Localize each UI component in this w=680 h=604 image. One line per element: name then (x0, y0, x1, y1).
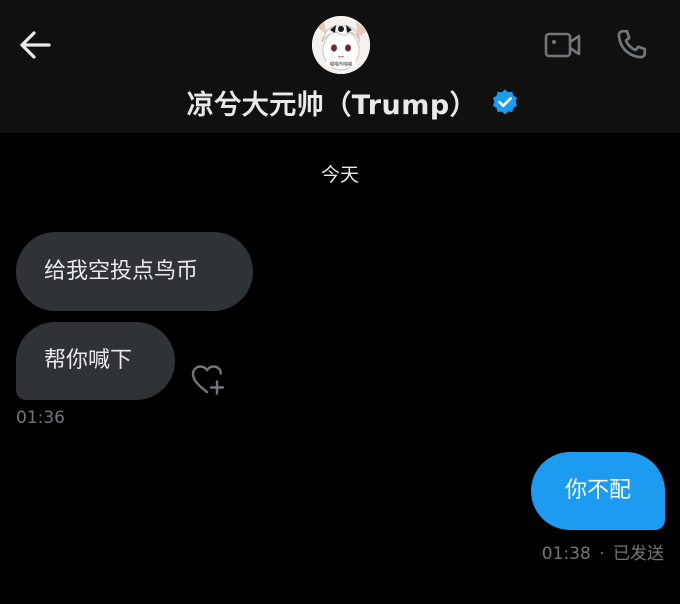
conversation-header: 喵喵呜喵喵 凉兮大元帅（Trump） (0, 0, 680, 133)
outgoing-message-status: 01:38 · 已发送 (542, 539, 664, 564)
message-text: 帮你喊下 (44, 348, 133, 373)
phone-icon (617, 29, 647, 59)
date-divider: 今天 (320, 164, 359, 186)
verified-badge-icon (491, 88, 519, 116)
add-reaction-button[interactable] (190, 363, 228, 397)
contact-name-row: 凉兮大元帅（Trump） (0, 80, 680, 124)
contact-name[interactable]: 凉兮大元帅（Trump） (187, 83, 477, 122)
dm-conversation-screen: 喵喵呜喵喵 凉兮大元帅（Trump） 今天 给我空投点鸟币 帮你喊下 01:36… (0, 0, 680, 604)
incoming-message-bubble[interactable]: 给我空投点鸟币 (16, 232, 253, 311)
contact-avatar[interactable]: 喵喵呜喵喵 (312, 16, 370, 74)
back-button[interactable] (14, 26, 56, 64)
video-camera-icon (544, 32, 581, 58)
message-timestamp: 01:38 (541, 544, 591, 564)
message-timestamp: 01:36 (16, 408, 65, 428)
status-separator: · (599, 544, 605, 564)
arrow-left-icon (20, 31, 51, 59)
heart-plus-icon (191, 365, 225, 395)
anime-avatar-image: 喵喵呜喵喵 (312, 16, 370, 74)
video-call-button[interactable] (542, 26, 584, 64)
voice-call-button[interactable] (610, 24, 652, 66)
message-text: 给我空投点鸟币 (44, 258, 199, 284)
message-text: 你不配 (564, 478, 631, 503)
outgoing-message-bubble[interactable]: 你不配 (531, 452, 665, 530)
delivery-status: 已发送 (613, 544, 664, 564)
incoming-message-bubble[interactable]: 帮你喊下 (16, 322, 175, 400)
avatar-caption: 喵喵呜喵喵 (330, 61, 353, 68)
